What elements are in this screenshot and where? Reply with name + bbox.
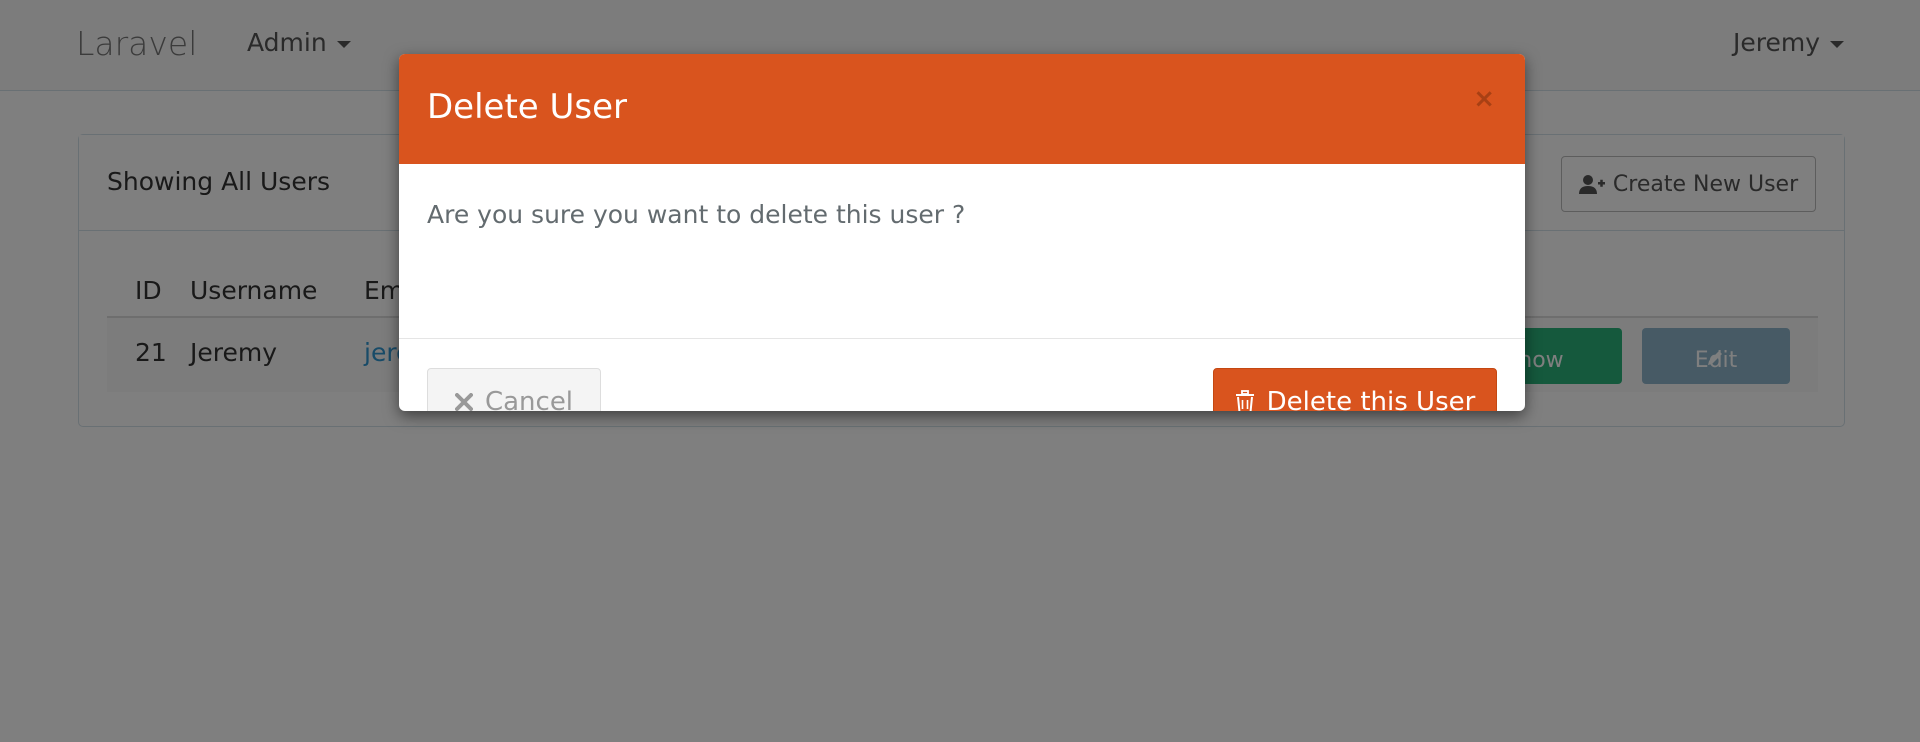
delete-this-user-button[interactable]: Delete this User <box>1213 368 1497 411</box>
trash-icon <box>1235 390 1255 411</box>
modal-header: Delete User × <box>399 54 1525 164</box>
delete-button-label: Delete this User <box>1266 387 1476 411</box>
modal-close-button[interactable]: × <box>1473 84 1495 114</box>
modal-message: Are you sure you want to delete this use… <box>427 200 966 229</box>
times-icon <box>454 393 473 411</box>
cancel-button[interactable]: Cancel <box>427 368 601 411</box>
delete-user-modal: Delete User × Are you sure you want to d… <box>399 54 1525 411</box>
modal-footer: Cancel Delete this User <box>399 339 1525 411</box>
modal-title: Delete User <box>427 87 628 127</box>
cancel-button-label: Cancel <box>484 387 574 411</box>
modal-body: Are you sure you want to delete this use… <box>399 164 1525 339</box>
